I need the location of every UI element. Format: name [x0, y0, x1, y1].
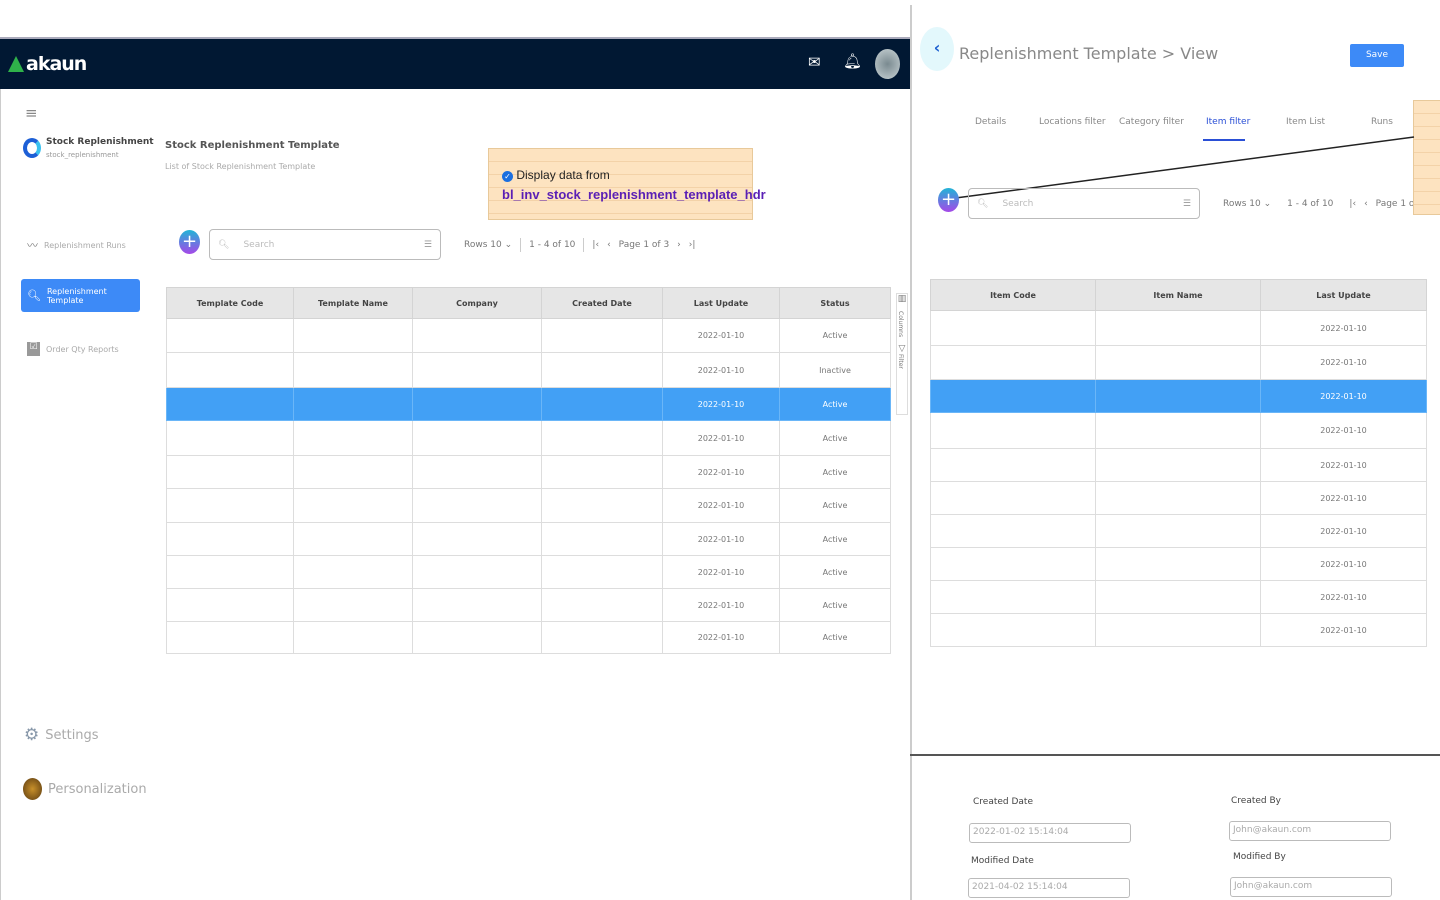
table-row[interactable]: 2022-01-10 [930, 481, 1427, 515]
first-page-icon[interactable]: |‹ [1349, 199, 1356, 209]
table-cell [930, 481, 1096, 515]
table-cell [930, 379, 1096, 413]
table-cell [1095, 379, 1261, 413]
table-row[interactable]: 2022-01-10 [930, 379, 1427, 413]
created-date-label: Created Date [973, 797, 1033, 807]
prev-page-icon[interactable]: ‹ [1364, 199, 1368, 209]
table-cell: 2022-01-10 [1260, 481, 1427, 515]
table-cell: 2022-01-10 [1260, 310, 1427, 346]
filter-icon[interactable]: ☰ [1183, 199, 1191, 209]
item-search-input[interactable]: 🔍︎ Search ☰ [968, 188, 1200, 219]
modified-by-field[interactable]: John@akaun.com [1230, 877, 1392, 897]
table-cell [1095, 547, 1261, 581]
created-by-label: Created By [1231, 796, 1281, 806]
table-cell: 2022-01-10 [1260, 580, 1427, 614]
table-cell [1095, 448, 1261, 482]
table-cell: 2022-01-10 [1260, 345, 1427, 380]
table-cell [930, 580, 1096, 614]
table-cell: 2022-01-10 [1260, 613, 1427, 647]
table-row[interactable]: 2022-01-10 [930, 412, 1427, 449]
modified-by-label: Modified By [1233, 852, 1286, 862]
table-cell [930, 448, 1096, 482]
column-header[interactable]: Item Name [1095, 279, 1261, 311]
column-header[interactable]: Last Update [1260, 279, 1427, 311]
table-row[interactable]: 2022-01-10 [930, 514, 1427, 548]
table-cell [1095, 481, 1261, 515]
table-row[interactable]: 2022-01-10 [930, 310, 1427, 346]
table-cell [1095, 412, 1261, 449]
item-pagination: Rows 10 ⌄ 1 - 4 of 10 |‹‹ Page 1 of 3 [1223, 199, 1413, 209]
table-cell: 2022-01-10 [1260, 379, 1427, 413]
table-row[interactable]: 2022-01-10 [930, 613, 1427, 647]
modified-date-label: Modified Date [971, 856, 1034, 866]
table-row[interactable]: 2022-01-10 [930, 547, 1427, 581]
add-item-button[interactable]: + [938, 188, 959, 212]
table-cell [1095, 580, 1261, 614]
created-by-field[interactable]: John@akaun.com [1229, 821, 1391, 841]
table-cell: 2022-01-10 [1260, 448, 1427, 482]
table-cell [930, 345, 1096, 380]
table-cell [1095, 514, 1261, 548]
table-row[interactable]: 2022-01-10 [930, 580, 1427, 614]
table-cell [930, 412, 1096, 449]
table-cell [1095, 310, 1261, 346]
table-row[interactable]: 2022-01-10 [930, 345, 1427, 380]
rows-selector[interactable]: Rows 10 ⌄ [1223, 199, 1271, 209]
table-cell [930, 613, 1096, 647]
table-cell [930, 514, 1096, 548]
item-table: Item Code Item Name Last Update 2022-01-10 2… [930, 279, 1427, 647]
table-cell [1095, 345, 1261, 380]
search-icon: 🔍︎ [977, 198, 989, 209]
table-cell [1095, 613, 1261, 647]
footer-divider [910, 754, 1440, 756]
table-cell [930, 310, 1096, 346]
table-cell [930, 547, 1096, 581]
table-row[interactable]: 2022-01-10 [930, 448, 1427, 482]
table-cell: 2022-01-10 [1260, 412, 1427, 449]
modified-date-field[interactable]: 2021-04-02 15:14:04 [968, 878, 1130, 898]
table-cell: 2022-01-10 [1260, 547, 1427, 581]
column-header[interactable]: Item Code [930, 279, 1096, 311]
table-cell: 2022-01-10 [1260, 514, 1427, 548]
created-date-field[interactable]: 2022-01-02 15:14:04 [969, 823, 1131, 843]
